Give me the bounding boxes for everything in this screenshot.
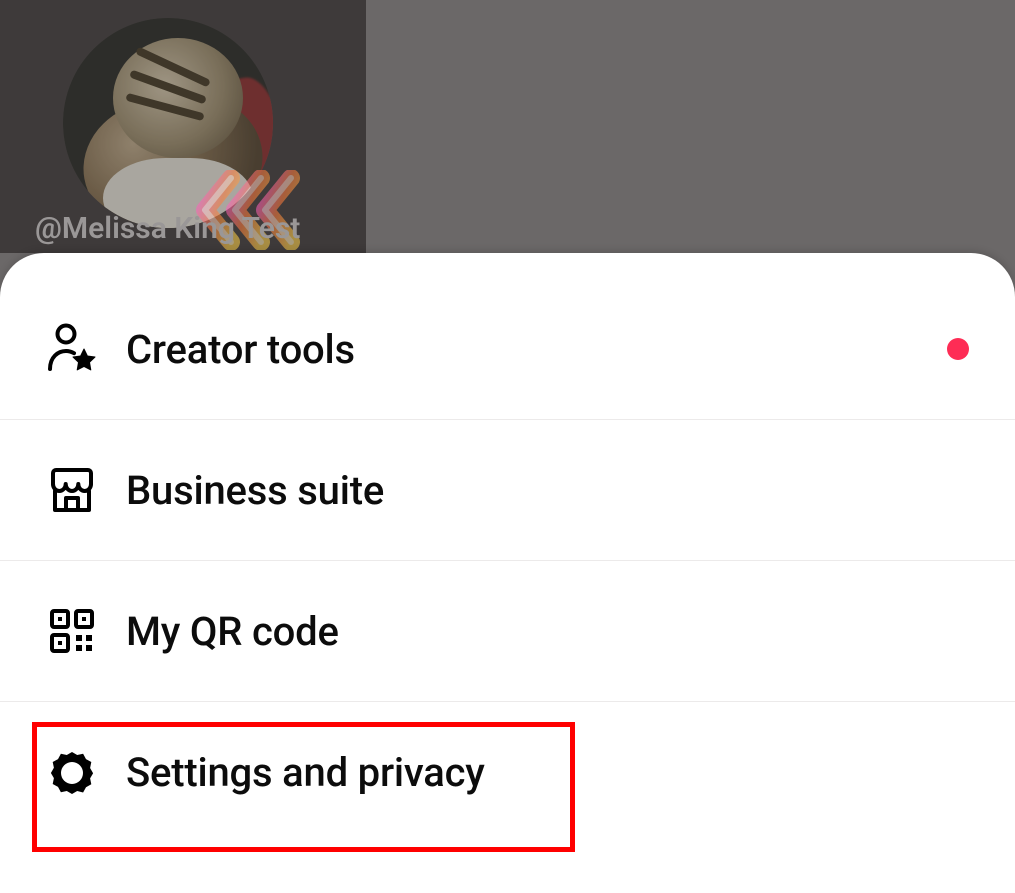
avatar (63, 18, 273, 228)
gear-icon (44, 744, 100, 800)
menu-item-label: Business suite (126, 467, 384, 514)
storefront-icon (44, 462, 100, 518)
person-star-icon (44, 321, 100, 377)
username-label: @Melissa King Test (35, 211, 300, 246)
notification-dot (947, 338, 969, 360)
menu-item-my-qr-code[interactable]: My QR code (0, 560, 1015, 701)
menu-item-label: Creator tools (126, 326, 355, 373)
qr-code-icon (44, 603, 100, 659)
menu-sheet: Creator tools Business suite (0, 253, 1015, 893)
menu-item-business-suite[interactable]: Business suite (0, 419, 1015, 560)
menu-item-label: My QR code (126, 608, 339, 655)
menu-item-creator-tools[interactable]: Creator tools (0, 279, 1015, 419)
menu-item-settings-privacy[interactable]: Settings and privacy (0, 701, 1015, 842)
menu-item-label: Settings and privacy (126, 749, 485, 796)
